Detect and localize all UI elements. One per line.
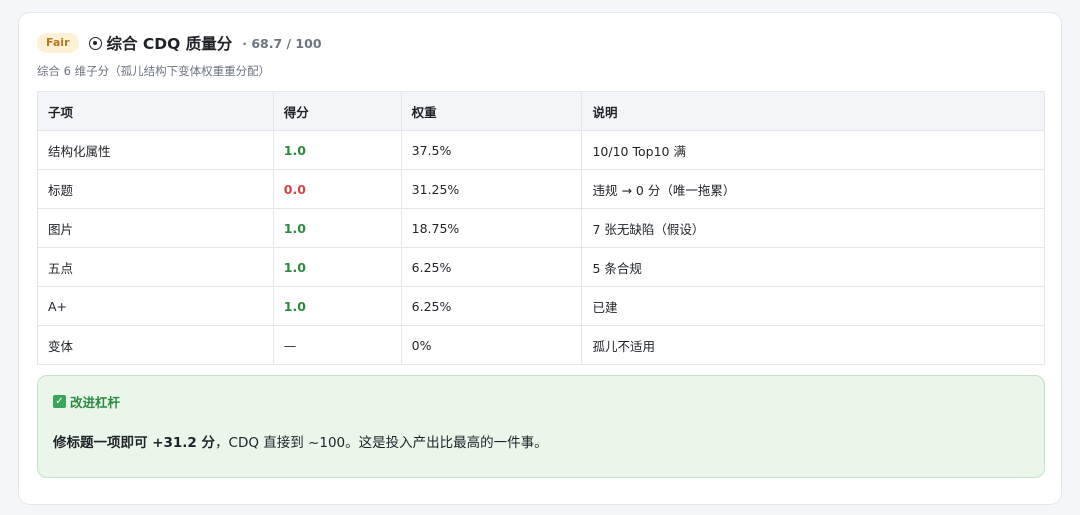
subtitle: 综合 6 维子分（孤儿结构下变体权重重分配） bbox=[37, 64, 271, 78]
row-weight: 6.25% bbox=[400, 247, 583, 287]
row-score: 1.0 bbox=[272, 247, 402, 287]
callout-strong-text: 修标题一项即可 +31.2 分 bbox=[53, 435, 216, 451]
score-table: 子项 得分 权重 说明 结构化属性 1.0 37.5% 10/10 Top10 … bbox=[37, 91, 1045, 365]
total-score: · 68.7 / 100 bbox=[242, 35, 322, 51]
row-score: 1.0 bbox=[272, 130, 402, 170]
row-note: 5 条合规 bbox=[581, 247, 1045, 287]
table-row: 变体 — 0% 孤儿不适用 bbox=[37, 325, 1045, 365]
row-note: 7 张无缺陷（假设） bbox=[581, 208, 1045, 248]
row-note: 已建 bbox=[581, 286, 1045, 326]
row-score: 0.0 bbox=[272, 169, 402, 209]
row-score: 1.0 bbox=[272, 286, 402, 326]
row-item: 标题 bbox=[37, 169, 274, 209]
table-row: 图片 1.0 18.75% 7 张无缺陷（假设） bbox=[37, 208, 1045, 248]
target-icon bbox=[88, 36, 102, 50]
row-item: 结构化属性 bbox=[37, 130, 274, 170]
row-note: 孤儿不适用 bbox=[581, 325, 1045, 365]
row-note: 违规 → 0 分（唯一拖累） bbox=[581, 169, 1045, 209]
row-weight: 37.5% bbox=[400, 130, 583, 170]
row-weight: 6.25% bbox=[400, 286, 583, 326]
callout-body: 修标题一项即可 +31.2 分，CDQ 直接到 ~100。这是投入产出比最高的一… bbox=[53, 431, 548, 451]
row-item: 五点 bbox=[37, 247, 274, 287]
row-weight: 0% bbox=[400, 325, 583, 365]
page-title: 综合 CDQ 质量分 bbox=[88, 32, 233, 54]
status-badge: Fair bbox=[37, 33, 79, 53]
column-header: 子项 bbox=[37, 91, 274, 131]
table-row: 五点 1.0 6.25% 5 条合规 bbox=[37, 247, 1045, 287]
row-item: A+ bbox=[37, 286, 274, 326]
table-header-row: 子项 得分 权重 说明 bbox=[37, 91, 1045, 131]
table-row: 标题 0.0 31.25% 违规 → 0 分（唯一拖累） bbox=[37, 169, 1045, 209]
row-weight: 18.75% bbox=[400, 208, 583, 248]
row-note: 10/10 Top10 满 bbox=[581, 130, 1045, 170]
check-icon: ✓ bbox=[53, 395, 66, 408]
cdq-score-card: Fair 综合 CDQ 质量分 · 68.7 / 100 综合 6 维子分（孤儿… bbox=[18, 12, 1062, 505]
column-header: 得分 bbox=[272, 91, 402, 131]
column-header: 说明 bbox=[581, 91, 1045, 131]
row-weight: 31.25% bbox=[400, 169, 583, 209]
row-item: 图片 bbox=[37, 208, 274, 248]
callout-heading: ✓ 改进杠杆 bbox=[53, 392, 120, 411]
column-header: 权重 bbox=[400, 91, 583, 131]
row-score: 1.0 bbox=[272, 208, 402, 248]
table-row: A+ 1.0 6.25% 已建 bbox=[37, 286, 1045, 326]
row-item: 变体 bbox=[37, 325, 274, 365]
row-score: — bbox=[272, 325, 402, 365]
card-header: Fair 综合 CDQ 质量分 · 68.7 / 100 bbox=[37, 32, 322, 54]
table-row: 结构化属性 1.0 37.5% 10/10 Top10 满 bbox=[37, 130, 1045, 170]
callout-text: ，CDQ 直接到 ~100。这是投入产出比最高的一件事。 bbox=[215, 435, 548, 451]
callout-heading-text: 改进杠杆 bbox=[70, 395, 121, 410]
title-text: 综合 CDQ 质量分 bbox=[106, 35, 233, 53]
improvement-callout: ✓ 改进杠杆 修标题一项即可 +31.2 分，CDQ 直接到 ~100。这是投入… bbox=[37, 375, 1045, 478]
